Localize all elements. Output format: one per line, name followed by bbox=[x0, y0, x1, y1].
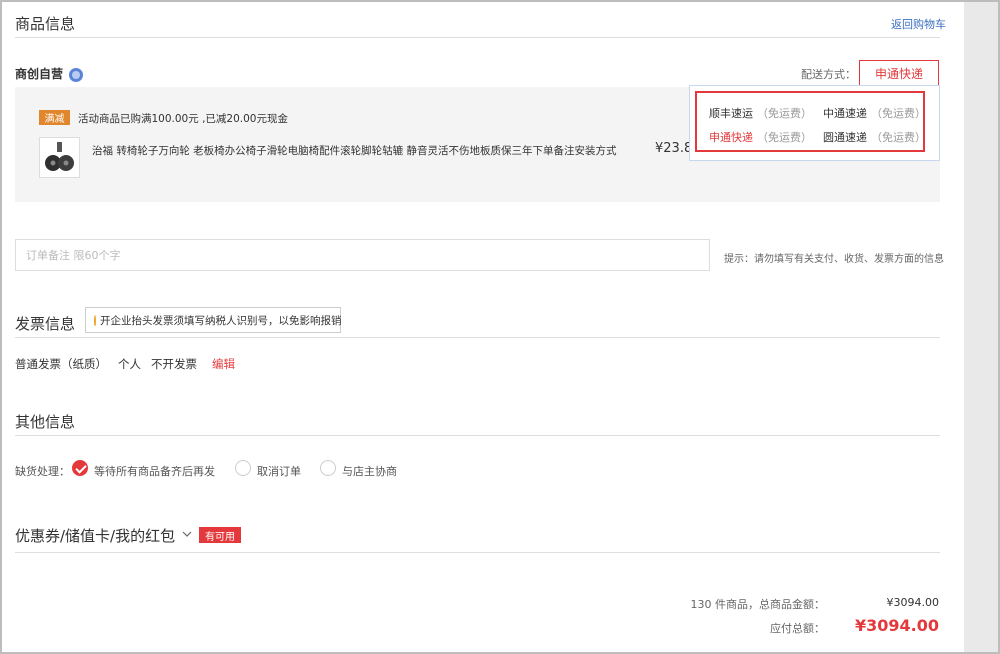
shipping-option-sf[interactable]: 顺丰速运 （免运费） bbox=[709, 105, 812, 121]
other-section-title: 其他信息 bbox=[15, 413, 76, 431]
payable-total: ¥3094.00 bbox=[854, 616, 939, 635]
product-name[interactable]: 治福 转椅轮子万向轮 老板椅办公椅子滑轮电脑椅配件滚轮脚轮轱辘 静音灵活不伤地板… bbox=[92, 143, 617, 158]
back-to-cart-link[interactable]: 返回购物车 bbox=[891, 16, 946, 32]
order-remark-input[interactable] bbox=[15, 239, 710, 271]
invoice-edit-link[interactable]: 编辑 bbox=[212, 356, 235, 372]
goods-section-title: 商品信息 bbox=[15, 15, 76, 33]
divider bbox=[15, 552, 940, 553]
coupon-available-badge: 有可用 bbox=[199, 527, 241, 543]
product-thumbnail[interactable] bbox=[39, 137, 80, 178]
shipping-option-zto[interactable]: 中通速递 （免运费） bbox=[823, 105, 926, 121]
chevron-down-icon[interactable] bbox=[181, 529, 193, 539]
shipping-method-button[interactable]: 申通快递 bbox=[859, 60, 939, 86]
invoice-tip: 开企业抬头发票须填写纳税人识别号，以免影响报销 bbox=[85, 307, 342, 333]
divider bbox=[15, 37, 940, 38]
shop-row: 商创自营 bbox=[15, 65, 84, 82]
promo-text: 活动商品已购满100.00元 ,已减20.00元现金 bbox=[78, 113, 288, 125]
invoice-tip-text: 开企业抬头发票须填写纳税人识别号，以免影响报销 bbox=[100, 314, 342, 327]
invoice-type: 普通发票（纸质） bbox=[15, 357, 107, 371]
radio-negotiate[interactable] bbox=[320, 460, 336, 476]
customer-service-icon[interactable] bbox=[69, 67, 84, 82]
goods-count-label: 130 件商品，总商品金额： bbox=[690, 598, 826, 611]
radio-cancel-order[interactable] bbox=[235, 460, 251, 476]
stockout-option-wait[interactable]: 等待所有商品备齐后再发 bbox=[94, 463, 215, 479]
invoice-content: 不开发票 bbox=[151, 357, 197, 371]
coupon-section-title[interactable]: 优惠券/储值卡/我的红包 bbox=[15, 525, 175, 546]
promo-badge: 满减 bbox=[39, 110, 70, 125]
lightbulb-icon bbox=[94, 314, 96, 326]
goods-total: ¥3094.00 bbox=[886, 596, 940, 609]
remark-hint: 提示：请勿填写有关支付、收货、发票方面的信息 bbox=[724, 254, 944, 265]
checkout-page: 商品信息 返回购物车 商创自营 配送方式： 申通快递 满减 活动商品已购满100… bbox=[2, 2, 964, 652]
divider bbox=[15, 435, 940, 436]
invoice-title-type: 个人 bbox=[118, 357, 141, 371]
caster-wheel-icon bbox=[45, 142, 74, 171]
divider bbox=[15, 337, 940, 338]
product-price: ¥23.8 bbox=[655, 141, 693, 156]
shipping-options-popup: 顺丰速运 （免运费） 中通速递 （免运费） 申通快递 （免运费） 圆通速递 （免运费） bbox=[689, 85, 940, 161]
payable-label: 应付总额： bbox=[770, 622, 825, 635]
invoice-section-title: 发票信息 bbox=[15, 315, 76, 333]
shop-name: 商创自营 bbox=[15, 67, 64, 81]
radio-wait-all[interactable] bbox=[72, 460, 88, 476]
shipping-option-yto[interactable]: 圆通速递 （免运费） bbox=[823, 129, 926, 145]
shipping-label: 配送方式： bbox=[801, 68, 856, 81]
shipping-option-sto[interactable]: 申通快递 （免运费） bbox=[709, 129, 812, 145]
stockout-label: 缺货处理： bbox=[15, 465, 70, 478]
stockout-option-negotiate[interactable]: 与店主协商 bbox=[342, 463, 397, 479]
stockout-option-cancel[interactable]: 取消订单 bbox=[257, 463, 301, 479]
